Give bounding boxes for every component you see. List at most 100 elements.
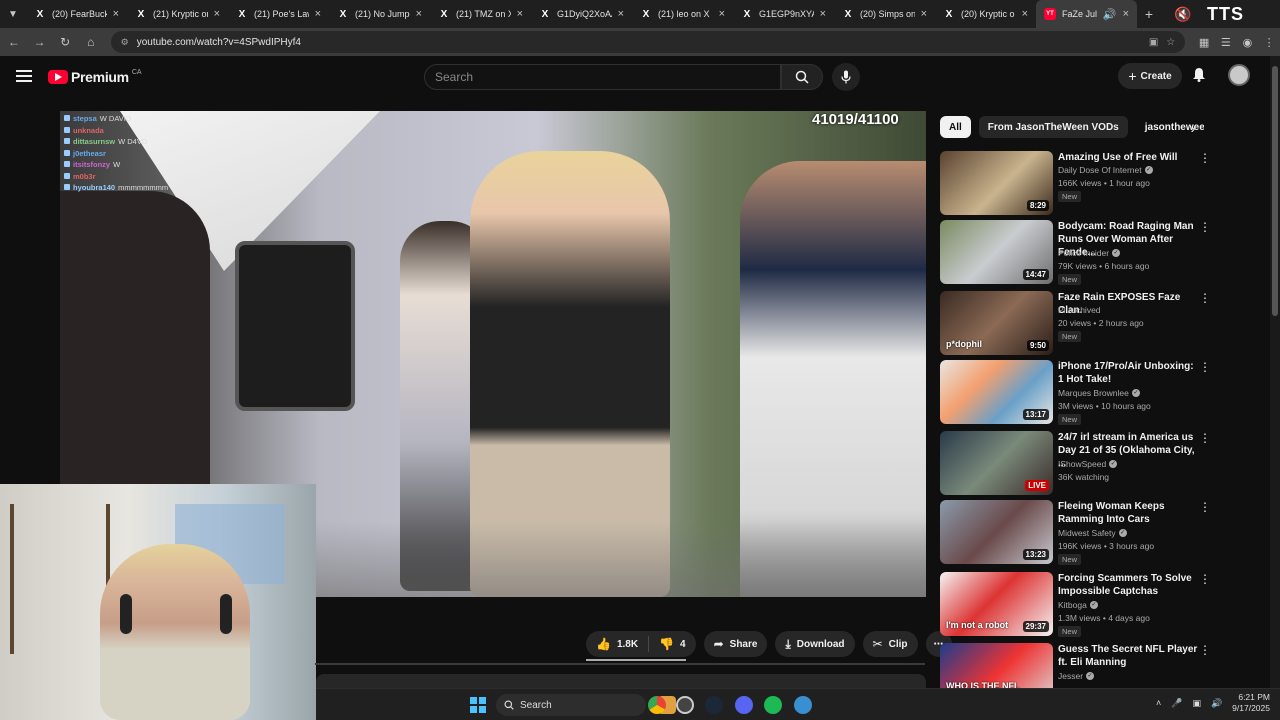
channel-name-row[interactable]: Kitboga ✓ — [1058, 600, 1098, 610]
video-title[interactable]: Fleeing Woman Keeps Ramming Into Cars — [1058, 500, 1198, 526]
reading-list-icon[interactable]: ☰ — [1215, 36, 1237, 49]
browser-tab[interactable]: X G1EGP9nXYAA × — [733, 0, 834, 28]
download-button[interactable]: ⤓ Download — [775, 631, 855, 657]
channel-name-row[interactable]: Pl Archived — [1058, 305, 1101, 315]
back-arrow-icon[interactable]: ← — [2, 30, 26, 54]
discord-icon[interactable] — [735, 696, 753, 714]
video-thumbnail[interactable]: p*dophil 9:50 — [940, 291, 1053, 355]
close-tab-icon[interactable]: × — [618, 8, 624, 20]
channel-name-row[interactable]: Midwest Safety ✓ — [1058, 528, 1127, 538]
video-title[interactable]: Forcing Scammers To Solve Impossible Cap… — [1058, 572, 1198, 598]
page-scrollbar[interactable] — [1270, 56, 1280, 694]
address-bar[interactable]: ⚙ youtube.com/watch?v=4SPwdIPHyf4 ▣ ☆ — [110, 31, 1186, 53]
account-avatar[interactable] — [1228, 64, 1250, 86]
home-icon[interactable]: ⌂ — [79, 30, 103, 54]
chevron-right-icon[interactable]: › — [1182, 117, 1204, 139]
microphone-tray-icon[interactable]: 🎤 — [1171, 698, 1182, 709]
steam-icon[interactable] — [705, 696, 723, 714]
close-tab-icon[interactable]: × — [416, 8, 422, 20]
video-title[interactable]: Guess The Secret NFL Player ft. Eli Mann… — [1058, 643, 1198, 669]
search-button[interactable] — [781, 64, 823, 90]
browser-tab[interactable]: X (21) TMZ on X × — [430, 0, 531, 28]
close-tab-icon[interactable]: × — [921, 8, 927, 20]
browser-tab[interactable]: X (21) No Jumpe × — [329, 0, 430, 28]
site-info-icon[interactable]: ⚙ — [121, 37, 129, 48]
more-vertical-icon[interactable]: ⋮ — [1199, 500, 1211, 514]
extensions-icon[interactable]: ▦ — [1193, 36, 1215, 49]
close-tab-icon[interactable]: × — [719, 8, 725, 20]
close-tab-icon[interactable]: × — [315, 8, 321, 20]
video-thumbnail[interactable]: LIVE — [940, 431, 1053, 495]
channel-name-row[interactable]: Daily Dose Of Internet ✓ — [1058, 165, 1153, 175]
video-thumbnail[interactable]: 13:23 — [940, 500, 1053, 564]
recommended-video[interactable]: 13:17 iPhone 17/Pro/Air Unboxing: 1 Hot T… — [940, 360, 1211, 425]
browser-menu-icon[interactable]: ⋮ — [1258, 36, 1280, 49]
windows-start-icon[interactable] — [470, 697, 486, 713]
channel-name-row[interactable]: Marques Brownlee ✓ — [1058, 388, 1140, 398]
more-vertical-icon[interactable]: ⋮ — [1199, 431, 1211, 445]
scrollbar-thumb[interactable] — [1272, 66, 1278, 316]
browser-tab[interactable]: X (21) Poe's Law × — [228, 0, 329, 28]
browser-tab[interactable]: X (21) leo on X × — [632, 0, 733, 28]
tray-chevron-up-icon[interactable]: ˄ — [1156, 698, 1161, 708]
browser-tab[interactable]: X G1DyiQ2XoAA × — [531, 0, 632, 28]
clip-button[interactable]: ✂ Clip — [862, 631, 918, 657]
taskbar-search[interactable]: Search — [496, 694, 646, 716]
close-tab-icon[interactable]: × — [113, 8, 119, 20]
profile-icon[interactable]: ◉ — [1237, 36, 1259, 49]
recommended-video[interactable]: p*dophil 9:50 Faze Rain EXPOSES Faze Clan.… — [940, 291, 1211, 355]
network-icon[interactable]: ▣ — [1192, 698, 1201, 709]
globe-app-icon[interactable] — [794, 696, 812, 714]
more-vertical-icon[interactable]: ⋮ — [1199, 151, 1211, 165]
search-input[interactable]: Search — [424, 64, 781, 90]
more-vertical-icon[interactable]: ⋮ — [1199, 360, 1211, 374]
recommended-video[interactable]: I'm not a robot 29:37 Forcing Scammers To … — [940, 572, 1211, 637]
chrome-icon[interactable] — [648, 696, 666, 714]
close-tab-icon[interactable]: × — [820, 8, 826, 20]
more-vertical-icon[interactable]: ⋮ — [1199, 572, 1211, 586]
voice-search-button[interactable] — [832, 63, 860, 91]
video-title[interactable]: iPhone 17/Pro/Air Unboxing: 1 Hot Take! — [1058, 360, 1198, 386]
filter-chip[interactable]: All — [940, 116, 971, 138]
filter-chip[interactable]: From JasonTheWeen VODs — [978, 116, 1128, 138]
forward-arrow-icon[interactable]: → — [28, 30, 52, 54]
close-tab-icon[interactable]: × — [517, 8, 523, 20]
browser-tab[interactable]: X (20) Simps on × — [834, 0, 935, 28]
recommended-video[interactable]: 13:23 Fleeing Woman Keeps Ramming Into Ca… — [940, 500, 1211, 565]
notifications-bell-icon[interactable] — [1192, 67, 1206, 85]
video-thumbnail[interactable]: 13:17 — [940, 360, 1053, 424]
browser-tab[interactable]: X (20) FearBuck × — [26, 0, 127, 28]
video-title[interactable]: Amazing Use of Free Will — [1058, 151, 1198, 164]
recommended-video[interactable]: 8:29 Amazing Use of Free Will Daily Dose O… — [940, 151, 1211, 215]
new-tab-button[interactable]: + — [1137, 6, 1161, 22]
channel-name-row[interactable]: Police Insider ✓ — [1058, 248, 1121, 258]
youtube-premium-logo[interactable]: Premium CA — [48, 69, 142, 85]
hamburger-menu-icon[interactable] — [16, 70, 32, 82]
dislike-button[interactable]: 👎 4 — [659, 637, 686, 651]
tab-search-chevron-icon[interactable]: ▼ — [0, 0, 26, 28]
browser-tab[interactable]: X (21) Kryptic on × — [127, 0, 228, 28]
video-thumbnail[interactable]: 8:29 — [940, 151, 1053, 215]
channel-name-row[interactable]: IShowSpeed ✓ — [1058, 459, 1118, 469]
browser-tab[interactable]: YT FaZe July 4 🔊 × — [1036, 0, 1137, 28]
bookmark-star-icon[interactable]: ☆ — [1166, 37, 1175, 48]
share-button[interactable]: ➦ Share — [703, 631, 768, 657]
reload-icon[interactable]: ↻ — [53, 30, 77, 54]
video-thumbnail[interactable]: I'm not a robot 29:37 — [940, 572, 1053, 636]
spotify-icon[interactable] — [764, 696, 782, 714]
like-button[interactable]: 👍 1.8K — [596, 637, 638, 651]
close-tab-icon[interactable]: × — [214, 8, 220, 20]
recommended-video[interactable]: 14:47 Bodycam: Road Raging Man Runs Over … — [940, 220, 1211, 285]
channel-name-row[interactable]: Jesser ✓ — [1058, 671, 1095, 681]
recommended-video[interactable]: LIVE 24/7 irl stream in America us Day 21… — [940, 431, 1211, 495]
more-vertical-icon[interactable]: ⋮ — [1199, 220, 1211, 234]
more-vertical-icon[interactable]: ⋮ — [1199, 291, 1211, 305]
volume-icon[interactable]: 🔊 — [1211, 698, 1222, 709]
close-tab-icon[interactable]: × — [1123, 8, 1129, 20]
close-tab-icon[interactable]: × — [1022, 8, 1028, 20]
browser-tab[interactable]: X (20) Kryptic o × — [935, 0, 1036, 28]
taskbar-clock[interactable]: 6:21 PM 9/17/2025 — [1232, 692, 1270, 714]
video-thumbnail[interactable]: 14:47 — [940, 220, 1053, 284]
obs-icon[interactable] — [676, 696, 694, 714]
tab-audio-icon[interactable]: 🔊 — [1103, 8, 1117, 21]
